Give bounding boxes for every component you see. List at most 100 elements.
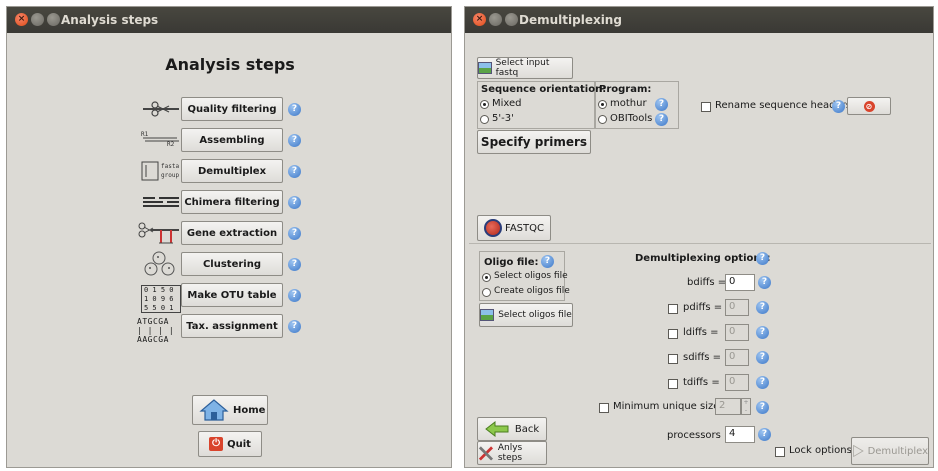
rename-headers-label: Rename sequence headers	[715, 100, 851, 111]
play-icon	[853, 444, 864, 458]
orientation-5-3-radio[interactable]	[480, 115, 489, 124]
demultiplexing-window: × Demultiplexing Select input fastq Sequ…	[464, 6, 934, 468]
program-mothur-radio[interactable]	[598, 100, 607, 109]
maximize-window-button[interactable]	[47, 13, 60, 26]
title-bar: × Demultiplexing	[465, 7, 933, 33]
program-title: Program:	[599, 84, 652, 95]
help-icon[interactable]: ?	[756, 401, 769, 414]
gene-cut-icon	[138, 222, 179, 244]
tdiffs-input[interactable]: 0	[725, 374, 749, 391]
help-icon[interactable]: ?	[756, 326, 769, 339]
image-file-icon	[480, 309, 495, 321]
help-icon[interactable]: ?	[288, 165, 301, 178]
window-title: Demultiplexing	[519, 13, 622, 27]
help-icon[interactable]: ?	[288, 289, 301, 302]
anlys-steps-label: Anlys steps	[497, 443, 523, 463]
bdiffs-label: bdiffs =	[687, 277, 727, 288]
back-button[interactable]: Back	[477, 417, 547, 441]
close-window-button[interactable]: ×	[473, 13, 486, 26]
scissors-icon	[143, 101, 179, 117]
maximize-window-button[interactable]	[505, 13, 518, 26]
make-otu-table-button[interactable]: Make OTU table	[181, 283, 283, 307]
specify-primers-button[interactable]: Specify primers	[477, 130, 591, 154]
min-unique-spinner[interactable]: + -	[741, 398, 751, 415]
select-oligos-radio[interactable]	[482, 273, 491, 282]
min-unique-checkbox[interactable]	[599, 403, 609, 413]
help-icon[interactable]: ?	[758, 276, 771, 289]
window-title: Analysis steps	[61, 13, 159, 27]
help-icon[interactable]: ?	[288, 320, 301, 333]
analysis-steps-window: × Analysis steps Analysis steps R1 R2 fa…	[6, 6, 452, 468]
title-bar: × Analysis steps	[7, 7, 451, 33]
demultiplex-run-label: Demultiplex	[867, 445, 928, 457]
chimera-filtering-button[interactable]: Chimera filtering	[181, 190, 283, 214]
demultiplex-run-button[interactable]: Demultiplex	[851, 437, 929, 465]
oligo-file-title: Oligo file:	[484, 257, 539, 268]
fastqc-icon	[484, 219, 502, 237]
program-mothur-label: mothur	[610, 98, 647, 109]
min-unique-label: Minimum unique size =	[613, 401, 731, 412]
create-oligos-radio[interactable]	[482, 288, 491, 297]
back-arrow-icon	[485, 421, 509, 437]
page-title: Analysis steps	[165, 55, 295, 74]
tdiffs-label: tdiffs =	[683, 377, 720, 388]
divider	[469, 243, 931, 244]
help-icon[interactable]: ?	[655, 113, 668, 126]
ldiffs-input[interactable]: 0	[725, 324, 749, 341]
power-icon: ⏻	[209, 437, 224, 451]
ldiffs-label: ldiffs =	[683, 327, 719, 338]
home-icon	[199, 399, 229, 421]
select-oligos-file-label: Select oligos file	[498, 310, 572, 320]
select-oligos-file-button[interactable]: Select oligos file	[479, 303, 573, 327]
processors-input[interactable]: 4	[725, 426, 755, 443]
help-icon[interactable]: ?	[288, 196, 301, 209]
help-icon[interactable]: ?	[758, 428, 771, 441]
help-icon[interactable]: ?	[756, 252, 769, 265]
select-input-fastq-button[interactable]: Select input fastq	[477, 57, 573, 79]
clustering-button[interactable]: Clustering	[181, 252, 283, 276]
tdiffs-checkbox[interactable]	[668, 379, 678, 389]
min-unique-input[interactable]: 2	[715, 398, 741, 415]
sdiffs-checkbox[interactable]	[668, 354, 678, 364]
quit-button[interactable]: ⏻ Quit	[198, 431, 262, 457]
analysis-steps-button[interactable]: Anlys steps	[477, 441, 547, 465]
orientation-mixed-radio[interactable]	[480, 100, 489, 109]
lock-options-label: Lock options	[789, 445, 852, 456]
sdiffs-input[interactable]: 0	[725, 349, 749, 366]
reads-merge-icon: R1 R2	[141, 131, 181, 149]
tax-assignment-button[interactable]: Tax. assignment	[181, 314, 283, 338]
seq-row: AAGCGA	[137, 335, 169, 344]
help-icon[interactable]: ?	[288, 103, 301, 116]
lock-options-checkbox[interactable]	[775, 447, 785, 457]
image-file-icon	[478, 62, 492, 74]
rename-cancel-button[interactable]: ⊘	[847, 97, 891, 115]
close-icon: ×	[475, 14, 484, 24]
fastqc-button[interactable]: FASTQC	[477, 215, 551, 241]
bdiffs-input[interactable]: 0	[725, 274, 755, 291]
rename-headers-checkbox[interactable]	[701, 102, 711, 112]
demultiplex-button[interactable]: Demultiplex	[181, 159, 283, 183]
ldiffs-checkbox[interactable]	[668, 329, 678, 339]
help-icon[interactable]: ?	[288, 134, 301, 147]
minimize-window-button[interactable]	[31, 13, 44, 26]
quality-filtering-button[interactable]: Quality filtering	[181, 97, 283, 121]
program-obitools-radio[interactable]	[598, 115, 607, 124]
pdiffs-input[interactable]: 0	[725, 299, 749, 316]
minimize-window-button[interactable]	[489, 13, 502, 26]
chimera-icon	[143, 197, 179, 207]
help-icon[interactable]: ?	[756, 301, 769, 314]
close-window-button[interactable]: ×	[15, 13, 28, 26]
help-icon[interactable]: ?	[832, 100, 845, 113]
sdiffs-label: sdiffs =	[683, 352, 721, 363]
gene-extraction-button[interactable]: Gene extraction	[181, 221, 283, 245]
help-icon[interactable]: ?	[655, 98, 668, 111]
assembling-button[interactable]: Assembling	[181, 128, 283, 152]
help-icon[interactable]: ?	[756, 376, 769, 389]
help-icon[interactable]: ?	[288, 227, 301, 240]
back-label: Back	[514, 423, 540, 435]
pdiffs-checkbox[interactable]	[668, 304, 678, 314]
help-icon[interactable]: ?	[541, 255, 554, 268]
help-icon[interactable]: ?	[756, 351, 769, 364]
home-button[interactable]: Home	[192, 395, 268, 425]
help-icon[interactable]: ?	[288, 258, 301, 271]
